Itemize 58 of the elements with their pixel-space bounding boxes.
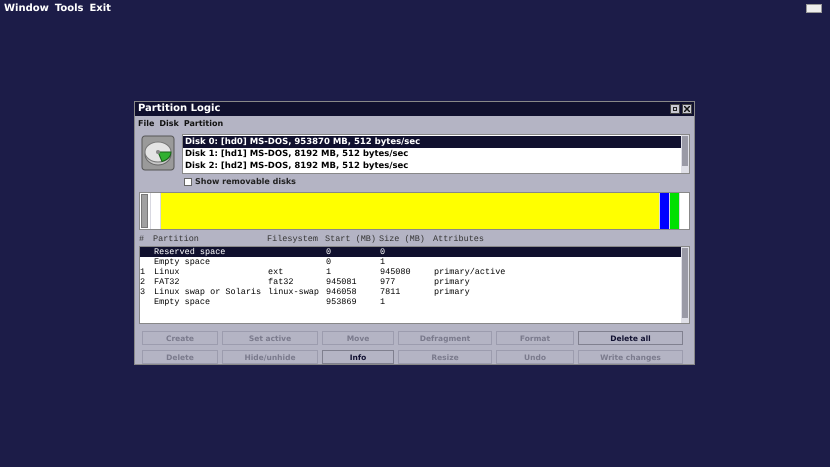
window-title: Partition Logic [138,103,222,114]
table-cell-text: primary/active [434,266,506,277]
menu-item[interactable]: Partition [184,119,224,128]
square-icon [673,106,677,111]
table-row[interactable]: 3 Linux swap or Solaris linux-swap 946058 7811 primary [140,286,681,297]
table-cell-text: Empty space [154,296,212,307]
column-header: Size (MB) [379,234,426,244]
column-header: Filesystem [267,234,320,244]
table-row[interactable]: Empty space 953869 1 [140,296,681,307]
column-header: Partition [153,234,200,244]
table-cell-text: primary [434,276,471,287]
checkbox[interactable] [184,178,192,186]
column-header: Attributes [433,234,486,244]
table-cell-text: primary [434,286,471,297]
table-cell-text: 7811 [380,286,402,297]
menu-item[interactable]: Tools [54,2,84,14]
scrollbar[interactable] [681,135,689,174]
table-cell-text: Linux [154,266,181,277]
table-row[interactable]: Reserved space 0 0 [140,246,681,257]
column-header: Start (MB) [325,234,378,244]
table-cell-text: 0 [326,246,332,257]
menu-item[interactable]: File [138,119,154,128]
table-cell-text: 3 [140,286,146,297]
table-cell-text: 953869 [326,296,358,307]
table-cell-text: 945081 [326,276,358,287]
table-cell-text: Reserved space [154,246,226,257]
table-cell-text: 2 [140,276,146,287]
menu-item[interactable]: Exit [89,2,111,14]
maximize-button[interactable] [670,104,680,114]
table-row[interactable]: 1 Linux ext 1 945080 primary/active [140,266,681,277]
disk-item[interactable]: Disk 1: [hd1] MS-DOS, 8192 MB, 512 bytes/sec [183,148,681,160]
table-row[interactable]: 2 FAT32 fat32 945081 977 primary [140,276,681,287]
close-button[interactable] [682,104,692,114]
table-cell-text: ext [268,266,284,277]
column-header: # [139,234,146,244]
table-cell-text: 1 [140,266,146,277]
table-cell-text: 0 [326,256,332,267]
table-cell-text: FAT32 [154,276,181,287]
window-button[interactable] [806,4,822,12]
table-cell-text: 945080 [380,266,412,277]
table-cell-text: 1 [380,296,386,307]
scrollbar[interactable] [681,246,689,323]
disk-item[interactable]: Disk 2: [hd2] MS-DOS, 8192 MB, 512 bytes/sec [183,160,681,172]
table-cell-text: 946058 [326,286,358,297]
table-cell-text: linux-swap [268,286,320,297]
table-cell-text: Empty space [154,256,212,267]
table-cell-text: 0 [380,246,386,257]
menu-item[interactable]: Disk [159,119,179,128]
table-cell-text: Linux swap or Solaris [154,286,262,297]
table-cell-text: 1 [380,256,386,267]
table-cell-text: fat32 [268,276,295,287]
checkbox-label: Show removable disks [195,177,296,186]
close-icon [684,106,690,112]
table-row[interactable]: Empty space 0 1 [140,256,681,267]
table-cell-text: 977 [380,276,396,287]
disk-item[interactable]: Disk 0: [hd0] MS-DOS, 953870 MB, 512 bytes/sec [183,136,681,148]
table-cell-text: 1 [326,266,332,277]
menu-item[interactable]: Window [4,2,49,14]
